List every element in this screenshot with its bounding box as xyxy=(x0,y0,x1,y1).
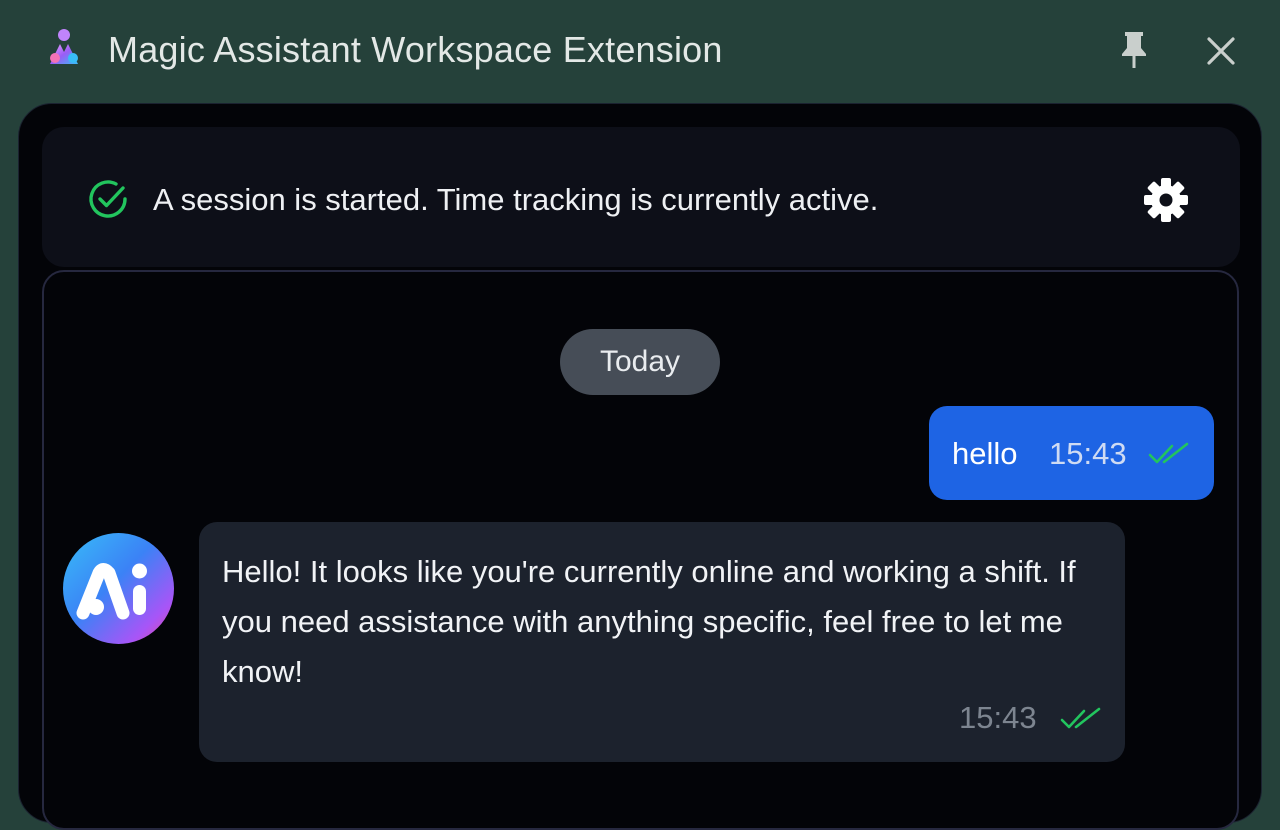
double-check-icon xyxy=(1060,707,1101,729)
user-message-bubble[interactable]: hello 15:43 xyxy=(929,406,1214,500)
message-text: hello xyxy=(952,436,1018,471)
gear-icon[interactable] xyxy=(1140,174,1192,226)
message-text: Hello! It looks like you're currently on… xyxy=(222,554,1076,689)
magic-assistant-logo-icon xyxy=(50,29,78,64)
double-check-icon xyxy=(1148,442,1189,464)
check-circle-icon xyxy=(89,180,127,218)
message-time: 15:43 xyxy=(959,700,1037,735)
date-divider: Today xyxy=(560,329,720,395)
pin-icon[interactable] xyxy=(1114,28,1154,72)
session-status-text: A session is started. Time tracking is c… xyxy=(153,182,879,217)
message-time: 15:43 xyxy=(1049,436,1127,471)
assistant-avatar xyxy=(63,533,174,644)
assistant-message-bubble[interactable]: Hello! It looks like you're currently on… xyxy=(199,522,1125,762)
close-icon[interactable] xyxy=(1200,30,1242,72)
window-title: Magic Assistant Workspace Extension xyxy=(108,29,723,70)
title-bar: Magic Assistant Workspace Extension xyxy=(0,0,1280,100)
